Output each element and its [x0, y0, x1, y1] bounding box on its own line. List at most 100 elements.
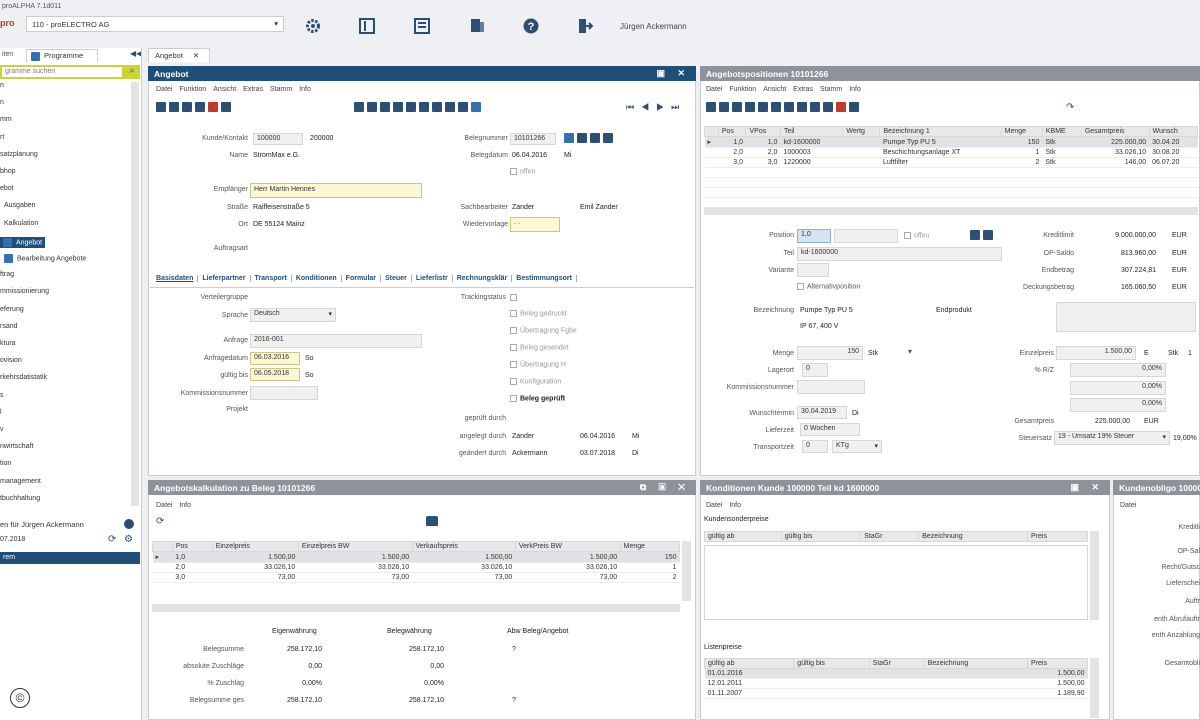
column-header[interactable]: Menge	[1000, 126, 1043, 137]
beleg-copy-icon[interactable]	[590, 133, 600, 143]
transport-unit-select[interactable]: KTg ▾	[832, 440, 882, 453]
last-record-icon[interactable]: ⏭	[671, 102, 686, 112]
tab-8[interactable]: Bestimmungsort	[516, 275, 577, 282]
menu-item[interactable]: Datei	[706, 502, 722, 509]
tab-3[interactable]: Konditionen	[295, 275, 342, 282]
column-header[interactable]: Gesamtpreis	[1080, 126, 1150, 137]
variante-field[interactable]	[797, 263, 829, 277]
close-tab-icon[interactable]: ✕	[193, 51, 199, 60]
link-icon[interactable]	[419, 102, 429, 112]
phone-icon[interactable]	[406, 102, 416, 112]
column-header[interactable]: Preis	[1027, 531, 1088, 542]
table-row[interactable]: 3,0 3,0 1220000 Luftfilter 2 Stk 146,00 06.07.2…	[704, 157, 1198, 168]
einzelpreis-field[interactable]: 1.500,00	[1056, 346, 1136, 360]
menu-item[interactable]: Stamm	[820, 86, 842, 93]
sidebar-item[interactable]: n	[0, 82, 4, 89]
open-folder-icon[interactable]	[169, 102, 179, 112]
pos-refresh-icon[interactable]	[849, 102, 859, 112]
lieferzeit-field[interactable]: 0 Wochen	[800, 423, 860, 436]
help-icon[interactable]: ?	[523, 18, 539, 34]
sidebar-item[interactable]: ftrag	[0, 271, 14, 278]
rabatt-field-3[interactable]: 0,00%	[1070, 398, 1166, 412]
tab-5[interactable]: Steuer	[385, 275, 412, 282]
column-header[interactable]: Teil	[779, 126, 844, 137]
pos-sum-icon[interactable]	[758, 102, 768, 112]
teil-field[interactable]: kd-1600000	[797, 247, 1002, 261]
kond2-vscroll[interactable]	[1090, 658, 1099, 718]
menu-item[interactable]: Stamm	[270, 86, 292, 93]
menu-item[interactable]: Datei	[706, 86, 722, 93]
tab-6[interactable]: Lieferlistr	[415, 275, 453, 282]
pos-detail-copy-icon[interactable]	[983, 230, 993, 240]
menu-item[interactable]: Extras	[243, 86, 263, 93]
menu-item[interactable]: Ansicht	[763, 86, 786, 93]
tracking-check[interactable]: Übertragung H	[510, 361, 566, 368]
sidebar-item[interactable]: rsand	[0, 323, 18, 330]
steuersatz-select[interactable]: 19 - Umsatz 19% Steuer ▾	[1054, 431, 1170, 445]
sidebar-item[interactable]: eferung	[0, 306, 24, 313]
pos-save-icon[interactable]	[797, 102, 807, 112]
sidebar-item[interactable]: ebot	[0, 185, 14, 192]
delete-icon[interactable]	[208, 102, 218, 112]
pos-table-icon[interactable]	[771, 102, 781, 112]
kunde-field[interactable]: 100000	[253, 133, 303, 145]
sidebar-item[interactable]: rkehrsdatistatik	[0, 374, 47, 381]
tab-0[interactable]: Basisdaten	[156, 275, 199, 282]
kalkulation-controls[interactable]: ⧉ ▣ ✕	[640, 482, 690, 493]
print-icon[interactable]	[469, 18, 485, 34]
column-header[interactable]: gültig bis	[793, 658, 870, 669]
sidebar-tab-programme[interactable]: Programme	[26, 49, 98, 62]
kalk-vscroll[interactable]	[682, 541, 691, 601]
program-search-input[interactable]: gramme suchen	[0, 65, 124, 79]
pos-delete-icon[interactable]	[836, 102, 846, 112]
pos-detail-doc-icon[interactable]	[970, 230, 980, 240]
report-icon[interactable]	[414, 18, 430, 34]
offen-checkbox[interactable]: offen	[510, 168, 535, 175]
column-header[interactable]: StaGr	[868, 658, 925, 669]
tab-2[interactable]: Transport	[254, 275, 292, 282]
sidebar-item[interactable]: v	[0, 426, 4, 433]
tab-1[interactable]: Lieferpartner	[202, 275, 251, 282]
sidebar-item[interactable]: management	[0, 478, 41, 485]
sidebar-item[interactable]: mm	[0, 116, 12, 123]
beleg-doc-icon[interactable]	[577, 133, 587, 143]
table-row[interactable]: 01.11.2007 1.189,90	[704, 688, 1088, 699]
transportzeit-field[interactable]: 0	[802, 440, 828, 453]
globe-icon[interactable]	[471, 102, 481, 112]
rabatt-field-2[interactable]: 0,00%	[1070, 381, 1166, 395]
positionen-hscroll[interactable]	[704, 207, 1198, 215]
column-header[interactable]: Einzelpreis	[211, 541, 299, 552]
sidebar-item[interactable]: mmissionierung	[0, 288, 49, 295]
column-header[interactable]: Wertg	[842, 126, 881, 137]
kond1-vscroll[interactable]	[1090, 531, 1099, 620]
table-row[interactable]: 2,0 33.026,10 33.026,10 33.026,10 33.026,10 1	[152, 562, 680, 573]
prev-record-icon[interactable]: ◀	[641, 102, 656, 112]
tab-4[interactable]: Formular	[345, 275, 382, 282]
table-row[interactable]: 01.01.2016 1.500,00	[704, 668, 1088, 679]
pos-offen-checkbox[interactable]: offen	[904, 232, 929, 239]
pos-trash-icon[interactable]	[823, 102, 833, 112]
sidebar-scrollbar[interactable]	[131, 82, 139, 506]
column-header[interactable]: Menge	[619, 541, 681, 552]
sidebar-item[interactable]: Ausgaben	[0, 202, 36, 209]
column-header[interactable]: Bezeichnung 1	[879, 126, 1002, 137]
position-field[interactable]: 1,0	[797, 229, 831, 243]
menu-item[interactable]: Funktion	[729, 86, 756, 93]
exit-icon[interactable]	[577, 18, 593, 34]
column-header[interactable]: gültig ab	[704, 531, 782, 542]
column-header[interactable]: Bezeichnung	[923, 658, 1029, 669]
tracking-checkbox[interactable]	[510, 294, 517, 301]
column-header[interactable]: Verkaufspreis	[411, 541, 516, 552]
pos-export-icon[interactable]	[810, 102, 820, 112]
table-row[interactable]: 2,0 2,0 1000003 Beschichtungsanlage XT 1 Stk 3…	[704, 147, 1198, 158]
trash-icon[interactable]	[195, 102, 205, 112]
pos-new-icon[interactable]	[706, 102, 716, 112]
doc-icon[interactable]	[354, 102, 364, 112]
tab-7[interactable]: Rechnungsklär	[456, 275, 513, 282]
next-record-icon[interactable]: ▶	[656, 102, 671, 112]
star-icon[interactable]	[393, 102, 403, 112]
column-header[interactable]: Wunsch	[1148, 126, 1199, 137]
sidebar-item[interactable]: bhop	[0, 168, 16, 175]
new-doc-icon[interactable]	[156, 102, 166, 112]
table-row[interactable]: 3,0 73,00 73,00 73,00 73,00 2	[152, 572, 680, 583]
